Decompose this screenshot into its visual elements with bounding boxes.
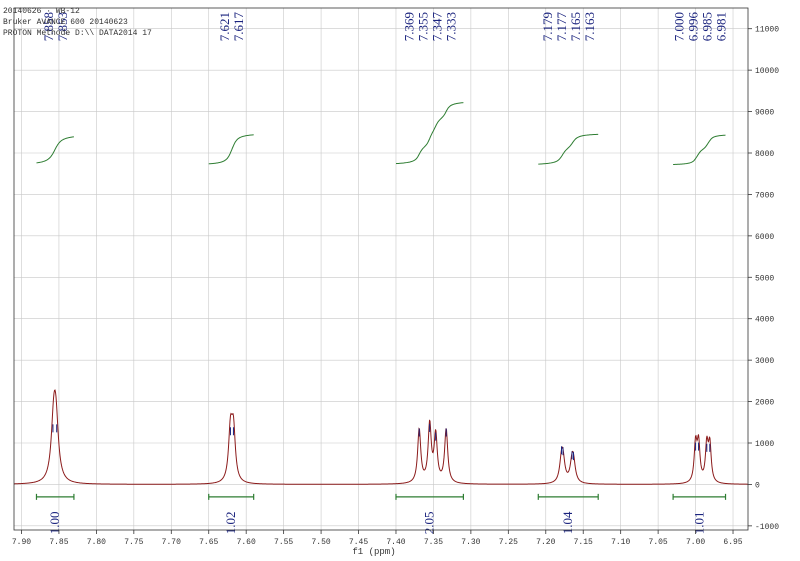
peak-label: 7.347 — [430, 12, 445, 42]
y-tick-label: 6000 — [755, 233, 774, 242]
x-tick-label: 7.50 — [311, 538, 330, 547]
y-tick-label: 7000 — [755, 191, 774, 200]
peak-label: 6.981 — [713, 12, 728, 41]
x-axis-label: f1 (ppm) — [352, 547, 395, 557]
peak-label: 7.177 — [554, 12, 569, 42]
x-tick-label: 6.95 — [723, 538, 742, 547]
x-tick-label: 7.45 — [349, 538, 368, 547]
y-tick-label: 0 — [755, 481, 760, 490]
integral-curve — [538, 133, 599, 165]
integral-curve — [673, 134, 726, 165]
integral-value: 2.05 — [422, 512, 437, 535]
y-tick-label: 8000 — [755, 150, 774, 159]
peak-label: 7.617 — [231, 12, 246, 42]
integral-curve — [36, 136, 74, 164]
nmr-spectrum-chart: 1.00 1.02 2.05 1.04 1.01 7.8587.853 7.621 7.61… — [12, 7, 779, 557]
peak-label: 7.369 — [402, 12, 417, 41]
x-tick-label: 7.85 — [49, 538, 68, 547]
integral-value: 1.02 — [223, 512, 238, 535]
grid-layer — [14, 8, 748, 530]
x-tick-label: 7.30 — [461, 538, 480, 547]
integral-curves — [36, 102, 726, 165]
peak-label: 7.163 — [582, 12, 597, 41]
x-tick-label: 7.35 — [424, 538, 443, 547]
peak-label: 7.179 — [540, 12, 555, 41]
x-tick-label: 7.80 — [87, 538, 106, 547]
x-tick-label: 7.40 — [386, 538, 405, 547]
acquisition-line-2: Bruker AVANCE 600 20140623 — [3, 18, 128, 27]
peak-label: 6.996 — [685, 12, 700, 42]
integral-value: 1.04 — [560, 511, 575, 534]
y-tick-label: 9000 — [755, 109, 774, 118]
y-tick-label: 3000 — [755, 357, 774, 366]
integral-value: 1.00 — [47, 512, 62, 535]
y-tick-label: 5000 — [755, 274, 774, 283]
plot-frame — [13, 7, 749, 531]
x-tick-label: 7.90 — [12, 538, 31, 547]
acquisition-line-3: PROTON Methode D:\\ DATA2014 17 — [3, 29, 152, 38]
y-tick-label: 11000 — [755, 26, 779, 35]
y-tick-label: 10000 — [755, 67, 779, 76]
y-tick-label: 1000 — [755, 440, 774, 449]
spectrum-trace-layer — [13, 389, 749, 485]
integral-curve — [208, 134, 254, 165]
x-tick-label: 7.70 — [162, 538, 181, 547]
x-tick-label: 7.55 — [274, 538, 293, 547]
peak-label: 7.621 — [217, 12, 232, 41]
peak-label: 7.165 — [568, 12, 583, 41]
x-tick-label: 7.60 — [237, 538, 256, 547]
x-tick-label: 7.00 — [686, 538, 705, 547]
x-tick-label: 7.65 — [199, 538, 218, 547]
peak-label: 7.000 — [671, 12, 686, 41]
peak-label: 6.985 — [699, 12, 714, 41]
peak-label: 7.355 — [416, 12, 431, 41]
x-tick-label: 7.25 — [499, 538, 518, 547]
y-tick-label: 4000 — [755, 316, 774, 325]
peak-label: 7.333 — [444, 12, 459, 41]
peak-lines — [52, 423, 711, 461]
x-tick-label: 7.10 — [611, 538, 630, 547]
x-tick-label: 7.05 — [649, 538, 668, 547]
acquisition-line-1: 20140626 · WB-12 — [3, 7, 80, 16]
y-tick-label: 2000 — [755, 399, 774, 408]
spectrum-trace — [13, 389, 749, 485]
x-tick-label: 7.75 — [124, 538, 143, 547]
x-tick-label: 7.15 — [574, 538, 593, 547]
y-tick-label: -1000 — [755, 523, 779, 532]
x-tick-label: 7.20 — [536, 538, 555, 547]
integral-value: 1.01 — [691, 512, 706, 535]
integral-brackets: 1.00 1.02 2.05 1.04 1.01 — [35, 493, 727, 535]
